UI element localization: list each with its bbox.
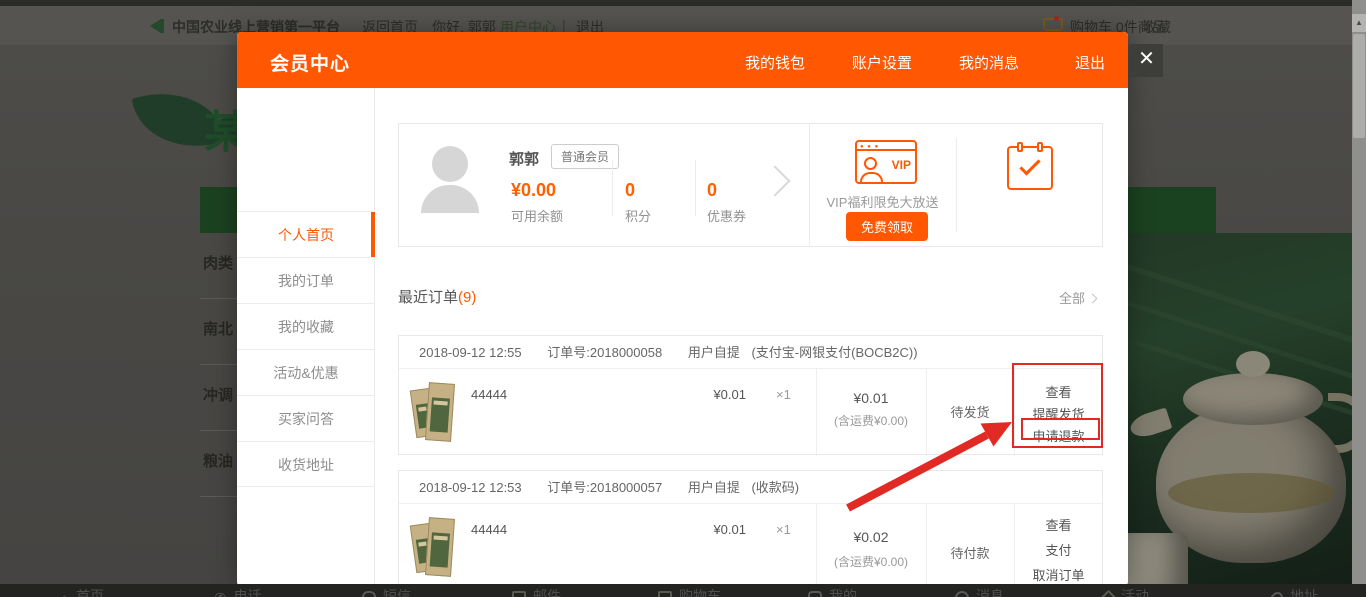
balance-value: ¥0.00 [511, 180, 556, 201]
points-value: 0 [625, 180, 635, 201]
mine-icon [808, 591, 822, 597]
vip-promo-block: ● ● ● VIP VIP福利限免大放送 免费领取 [809, 124, 956, 246]
cart-icon [658, 591, 672, 597]
bottom-nav-mail[interactable]: 邮件 [512, 586, 561, 597]
bottom-nav-address[interactable]: 地址 [1272, 586, 1318, 597]
product-name[interactable]: 44444 [471, 387, 507, 402]
coupons-value: 0 [707, 180, 717, 201]
coupons-label: 优惠券 [707, 206, 746, 225]
profile-chevron-icon[interactable] [759, 165, 790, 196]
order-header: 2018-09-12 12:55 订单号:2018000058 用户自提 (支付… [399, 336, 1102, 369]
action-cancel-order[interactable]: 取消订单 [1014, 565, 1103, 586]
profile-summary-card: 郭郭 普通会员 ¥0.00 可用余额 0 积分 0 优惠券 ● ● ● VIP … [398, 123, 1103, 247]
product-price: ¥0.01 [669, 522, 746, 537]
annotation-arrow [820, 400, 1030, 530]
bottom-nav-sms[interactable]: 短信 [362, 586, 411, 597]
background-category-list: 肉类 南北 冲调 粮油 [200, 233, 237, 533]
close-icon[interactable]: ✕ [1130, 44, 1163, 77]
bottom-nav-mine[interactable]: 我的 [808, 586, 857, 597]
product-thumbnail[interactable] [413, 381, 459, 443]
order-delivery: 用户自提 [688, 345, 740, 360]
modal-sidebar: 个人首页 我的订单 我的收藏 活动&优惠 买家问答 收货地址 [237, 88, 375, 586]
bottom-nav-messages[interactable]: 消息 [955, 586, 1004, 597]
bottom-nav-phone[interactable]: ✆电话 [214, 586, 262, 597]
order-datetime: 2018-09-12 12:53 [419, 480, 522, 495]
announcement-speaker-icon [150, 19, 161, 33]
category-item[interactable]: 粮油 [200, 431, 237, 497]
nav-my-messages[interactable]: 我的消息 [959, 52, 1019, 73]
order-status: 待付款 [926, 543, 1014, 562]
balance-label: 可用余额 [511, 206, 563, 225]
separator: | [562, 17, 566, 33]
scrollbar[interactable]: ▲ [1352, 0, 1366, 597]
action-pay[interactable]: 支付 [1014, 540, 1103, 565]
bottom-nav-cart[interactable]: 购物车 [658, 586, 721, 597]
modal-title: 会员中心 [270, 49, 350, 76]
scrollbar-up-arrow[interactable]: ▲ [1352, 14, 1366, 32]
order-payment: (支付宝-网银支付(BOCB2C)) [751, 345, 917, 360]
mail-icon [512, 591, 526, 597]
vip-caption: VIP福利限免大放送 [809, 192, 956, 211]
tea-banner-photo [1128, 233, 1366, 597]
order-total: ¥0.02 [816, 529, 926, 545]
avatar [432, 146, 468, 182]
member-level-badge: 普通会员 [551, 144, 619, 169]
sms-icon [362, 591, 376, 597]
modal-header: 会员中心 我的钱包 账户设置 我的消息 退出 [237, 32, 1128, 88]
bottom-nav-activity[interactable]: 活动 [1103, 586, 1149, 597]
product-qty: ×1 [776, 522, 791, 537]
scrollbar-thumb[interactable] [1353, 34, 1365, 138]
chevron-right-icon [1088, 294, 1098, 304]
order-shipping-note: (含运费¥0.00) [816, 553, 926, 570]
nav-logout[interactable]: 退出 [1075, 52, 1105, 73]
recent-orders-title: 最近订单(9) [398, 286, 476, 307]
category-item[interactable]: 南北 [200, 299, 237, 365]
annotation-box-request-refund [1021, 418, 1100, 440]
order-number: 订单号:2018000057 [547, 480, 662, 495]
bottom-nav-bar: ⌂首页 ✆电话 短信 邮件 购物车 我的 消息 活动 地址 [0, 584, 1366, 597]
nav-account-settings[interactable]: 账户设置 [852, 52, 912, 73]
order-datetime: 2018-09-12 12:55 [419, 345, 522, 360]
phone-icon: ✆ [214, 593, 227, 597]
sign-in-block [956, 124, 1104, 246]
sidebar-item-my-favorites[interactable]: 我的收藏 [237, 303, 375, 349]
order-delivery: 用户自提 [688, 480, 740, 495]
product-name[interactable]: 44444 [471, 522, 507, 537]
favorites-link[interactable]: 收藏 [1143, 17, 1171, 37]
nav-my-wallet[interactable]: 我的钱包 [745, 52, 805, 73]
order-number: 订单号:2018000058 [547, 345, 662, 360]
bottom-nav-home[interactable]: ⌂首页 [60, 586, 104, 597]
sidebar-item-address[interactable]: 收货地址 [237, 441, 375, 487]
sidebar-item-activities[interactable]: 活动&优惠 [237, 349, 375, 395]
avatar [421, 185, 479, 213]
sidebar-item-buyer-qa[interactable]: 买家问答 [237, 395, 375, 441]
product-price: ¥0.01 [669, 387, 746, 402]
product-qty: ×1 [776, 387, 791, 402]
recent-orders-count: (9) [458, 289, 476, 306]
vip-icon: ● ● ● VIP [855, 140, 917, 184]
category-item[interactable]: 冲调 [200, 365, 237, 431]
address-icon [1270, 590, 1286, 597]
view-all-orders-link[interactable]: 全部 [1059, 288, 1096, 307]
product-thumbnail[interactable] [413, 516, 459, 578]
category-item[interactable]: 肉类 [200, 233, 237, 299]
points-label: 积分 [625, 206, 651, 225]
message-icon [955, 591, 969, 597]
user-name: 郭郭 [509, 148, 539, 169]
order-payment: (收款码) [751, 480, 799, 495]
free-claim-button[interactable]: 免费领取 [846, 212, 928, 241]
sidebar-item-personal-home[interactable]: 个人首页 [237, 211, 375, 257]
sidebar-item-my-orders[interactable]: 我的订单 [237, 257, 375, 303]
activity-icon [1101, 590, 1117, 597]
calendar-check-icon[interactable] [1007, 146, 1053, 190]
home-icon: ⌂ [60, 593, 69, 597]
cart-icon[interactable] [1043, 18, 1063, 31]
